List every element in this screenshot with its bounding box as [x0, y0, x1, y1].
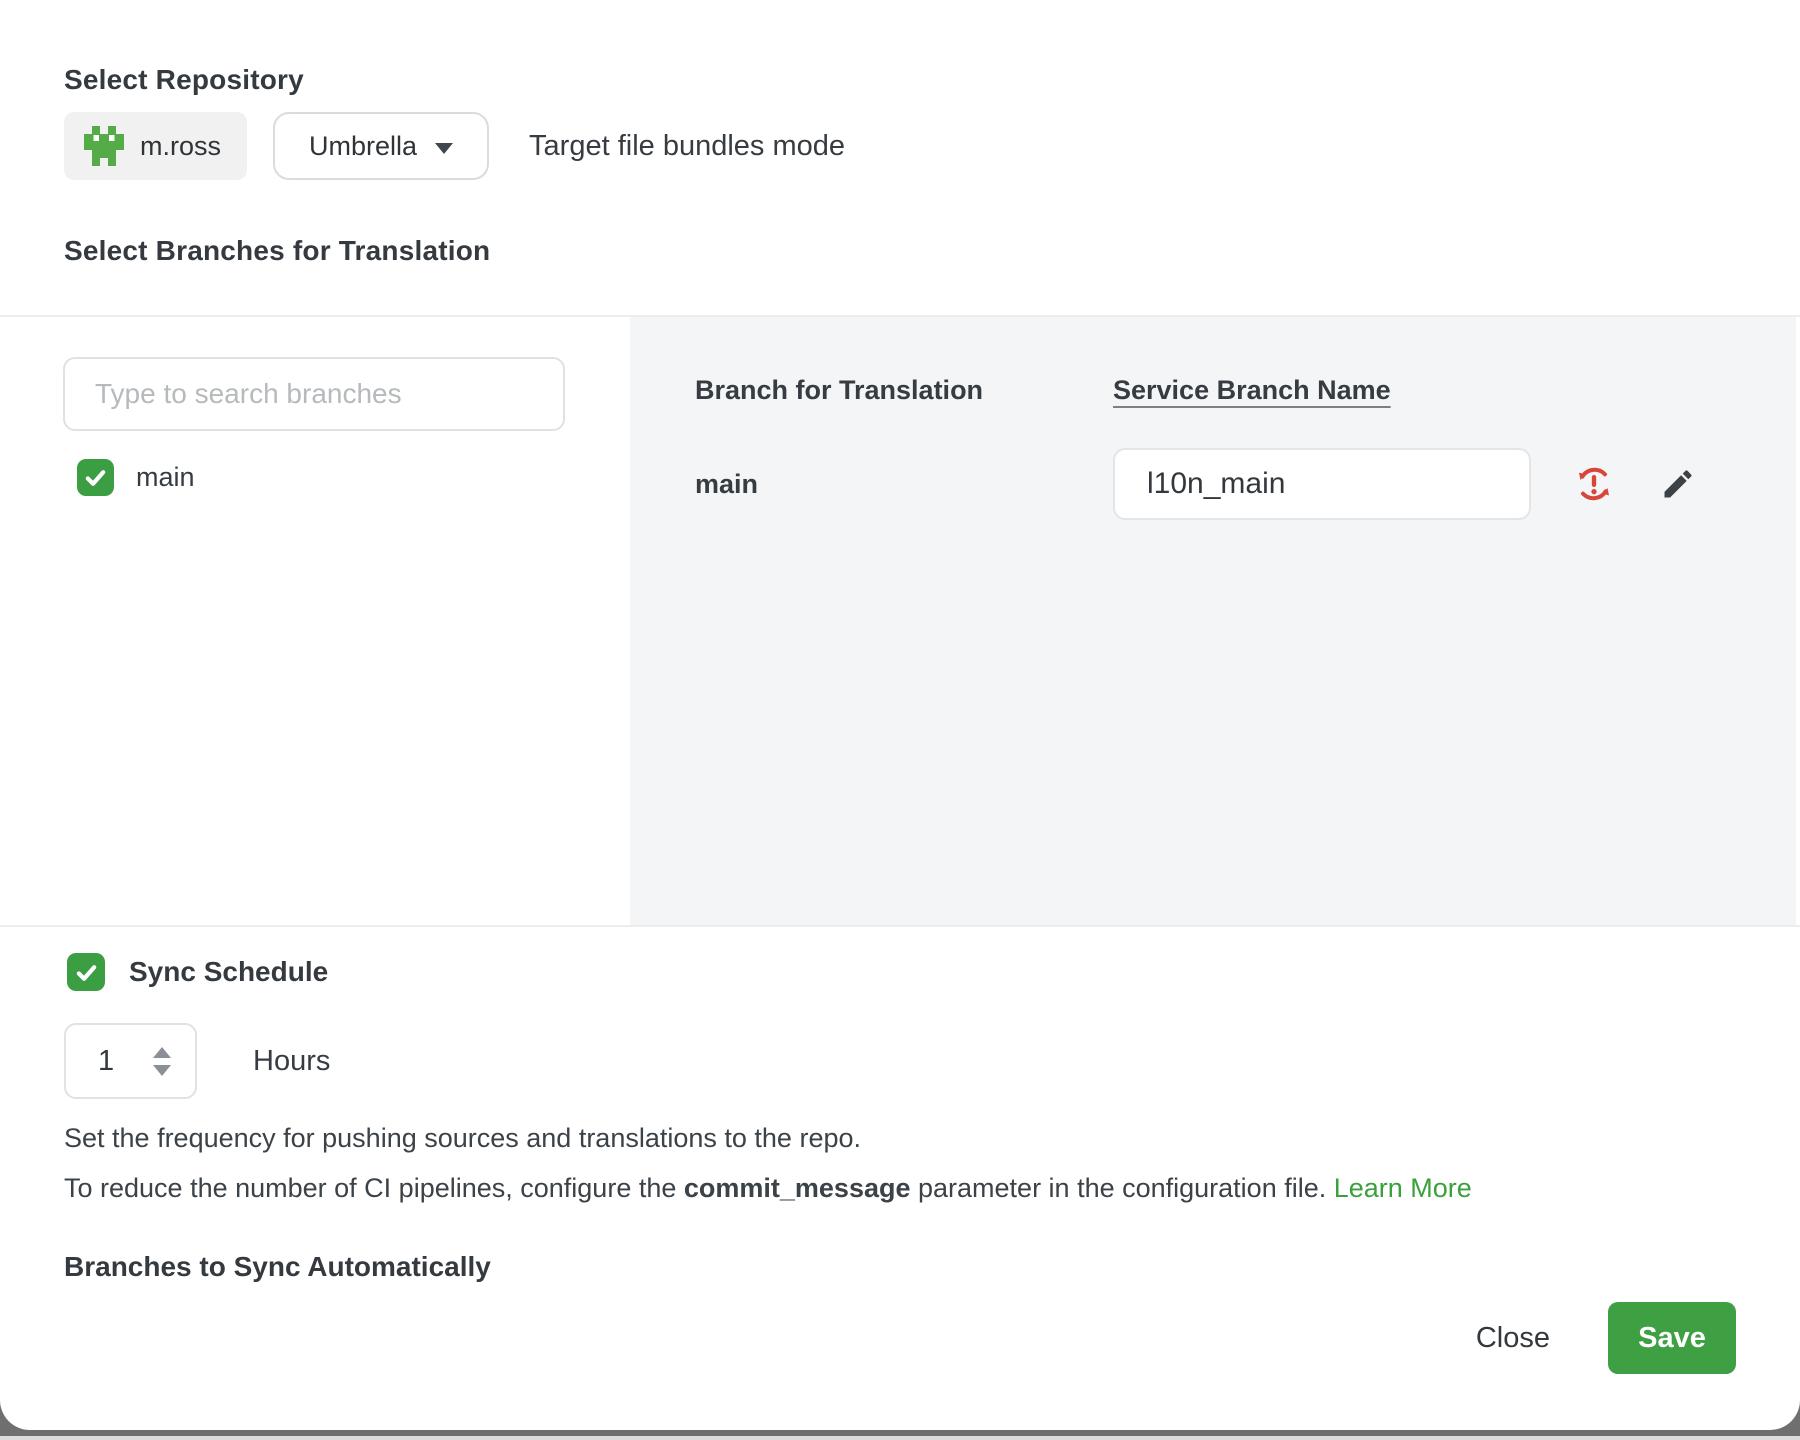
- stepper-down-icon[interactable]: [153, 1065, 171, 1076]
- integration-settings-modal: Select Repository m.ro: [0, 0, 1800, 1430]
- ci-note-suffix: parameter in the configuration file.: [911, 1173, 1334, 1203]
- service-branch-name-input[interactable]: [1113, 448, 1531, 520]
- repository-row: m.ross Umbrella Target file bundles mode: [64, 112, 1736, 180]
- sync-schedule-checkbox-checked-icon[interactable]: [67, 953, 105, 991]
- ci-pipelines-note: To reduce the number of CI pipelines, co…: [64, 1171, 1736, 1205]
- repository-chip-label: m.ross: [140, 131, 221, 162]
- branch-mapping-row: main: [695, 448, 1796, 520]
- frequency-description: Set the frequency for pushing sources an…: [64, 1121, 1736, 1155]
- repo-avatar-identicon-icon: [84, 126, 124, 166]
- branch-checkbox-checked-icon[interactable]: [77, 459, 114, 496]
- sync-error-icon[interactable]: [1571, 461, 1617, 507]
- close-button[interactable]: Close: [1476, 1322, 1550, 1355]
- edit-pencil-icon[interactable]: [1655, 461, 1701, 507]
- stepper-up-icon[interactable]: [153, 1047, 171, 1058]
- sync-schedule-toggle[interactable]: Sync Schedule: [67, 953, 1736, 991]
- branch-search-input[interactable]: [63, 357, 565, 431]
- select-repository-title: Select Repository: [64, 64, 1736, 96]
- branch-item-label: main: [136, 462, 195, 493]
- repository-section: Select Repository m.ro: [0, 0, 1800, 315]
- target-mode-text: Target file bundles mode: [529, 130, 845, 163]
- branch-name-cell: main: [695, 469, 1113, 500]
- column-branch-for-translation: Branch for Translation: [695, 375, 1113, 406]
- hours-value: 1: [98, 1045, 114, 1078]
- branch-mapping-header: Branch for Translation Service Branch Na…: [695, 375, 1796, 406]
- modal-footer: Close Save: [0, 1302, 1800, 1430]
- learn-more-link[interactable]: Learn More: [1334, 1173, 1472, 1203]
- commit-message-param: commit_message: [684, 1173, 911, 1203]
- branch-list-item[interactable]: main: [77, 459, 630, 496]
- stepper-arrows-icon[interactable]: [153, 1047, 171, 1076]
- hours-unit-label: Hours: [253, 1045, 330, 1078]
- ci-note-prefix: To reduce the number of CI pipelines, co…: [64, 1173, 684, 1203]
- branches-to-sync-title: Branches to Sync Automatically: [64, 1249, 1736, 1282]
- sync-frequency-row: 1 Hours: [64, 1023, 1736, 1099]
- project-dropdown[interactable]: Umbrella: [273, 112, 489, 180]
- branches-area: main Branch for Translation Service Bran…: [0, 315, 1800, 927]
- chevron-down-icon: [435, 143, 453, 154]
- sync-schedule-label: Sync Schedule: [129, 956, 328, 988]
- branch-list-panel: main: [0, 317, 630, 925]
- save-button[interactable]: Save: [1608, 1302, 1736, 1374]
- hours-stepper[interactable]: 1: [64, 1023, 197, 1099]
- branch-mapping-panel: Branch for Translation Service Branch Na…: [630, 317, 1796, 925]
- project-dropdown-label: Umbrella: [309, 131, 417, 162]
- select-branches-title: Select Branches for Translation: [64, 235, 1736, 267]
- repository-chip[interactable]: m.ross: [64, 112, 247, 180]
- column-service-branch-name[interactable]: Service Branch Name: [1113, 375, 1391, 406]
- sync-schedule-section: Sync Schedule 1 Hours Set the frequency …: [0, 927, 1800, 1302]
